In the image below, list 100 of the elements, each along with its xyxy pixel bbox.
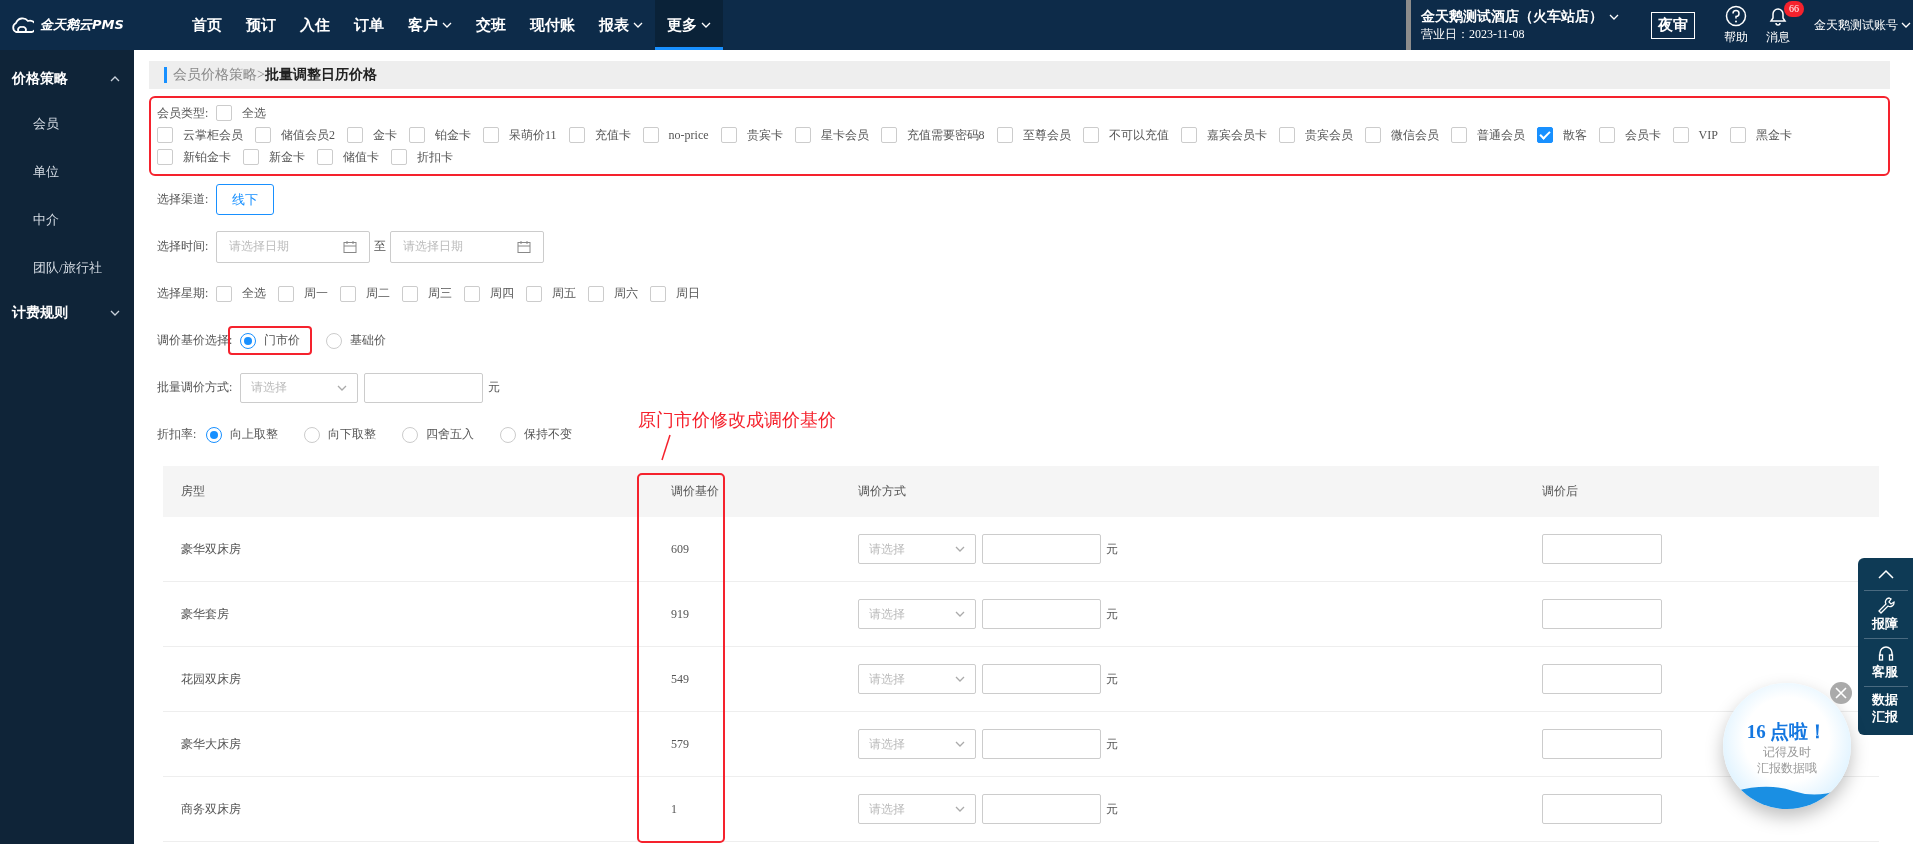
checkbox[interactable] — [243, 149, 259, 165]
reminder-title: 16 点啦！ — [1746, 720, 1828, 744]
checkbox-label: 普通会员 — [1476, 126, 1525, 144]
nav-tab[interactable]: 首页 — [180, 0, 234, 50]
checkbox[interactable] — [996, 127, 1013, 143]
close-button[interactable] — [1830, 682, 1852, 704]
nav-tab[interactable]: 更多 — [655, 0, 723, 50]
toolbar-button[interactable]: 客服 — [1863, 638, 1908, 687]
checkbox[interactable] — [794, 127, 811, 143]
account-menu[interactable]: 金天鹅测试账号 — [1804, 0, 1913, 50]
input-field[interactable] — [1542, 664, 1662, 694]
checkbox[interactable] — [483, 127, 499, 143]
nav-tab[interactable]: 客户 — [396, 0, 464, 50]
input-field[interactable] — [1542, 794, 1662, 824]
checkbox[interactable] — [216, 105, 233, 121]
toolbar-button[interactable]: 数据汇报 — [1863, 686, 1908, 731]
input-field[interactable] — [982, 664, 1101, 694]
toolbar-button[interactable]: 报障 — [1863, 591, 1908, 639]
chevron-down-icon — [955, 739, 965, 749]
input-field[interactable] — [1542, 599, 1662, 629]
night-audit-button[interactable]: 夜审 — [1651, 11, 1695, 39]
checkbox[interactable] — [255, 127, 271, 143]
checkbox-label: 会员卡 — [1624, 126, 1661, 144]
nav-tab[interactable]: 订单 — [342, 0, 396, 50]
input-field[interactable] — [982, 599, 1101, 629]
help-button[interactable]: 帮助 — [1724, 0, 1748, 50]
checkbox[interactable] — [1364, 127, 1381, 143]
chevron-down-icon — [1901, 20, 1911, 30]
separator-text: 至 — [374, 238, 387, 255]
checkbox[interactable] — [1672, 127, 1689, 143]
sidebar-item[interactable]: 单位 — [0, 148, 134, 196]
messages-button[interactable]: 消息 66 — [1766, 0, 1804, 50]
radio-label: 向上取整 — [230, 426, 279, 443]
radio-button[interactable] — [206, 426, 223, 443]
checkbox[interactable] — [278, 285, 295, 302]
hotel-selector[interactable]: 金天鹅测试酒店（火车站店） — [1421, 7, 1601, 26]
checkbox[interactable] — [157, 149, 173, 165]
input-field[interactable] — [1542, 729, 1662, 759]
field-label: 会员类型: — [157, 104, 209, 122]
breadcrumb-current: 批量调整日历价格 — [264, 66, 377, 84]
checkbox[interactable] — [1082, 127, 1099, 143]
sidebar-item[interactable]: 中介 — [0, 196, 134, 244]
nav-tab[interactable]: 交班 — [464, 0, 518, 50]
nav-tab[interactable]: 现付账 — [518, 0, 587, 50]
sidebar-group[interactable]: 计费规则 — [0, 292, 134, 334]
checkbox[interactable] — [588, 285, 605, 302]
unit-label: 元 — [1106, 670, 1118, 688]
checkbox[interactable] — [402, 285, 419, 302]
checkbox[interactable] — [157, 127, 173, 143]
checkbox[interactable] — [409, 127, 425, 143]
checkbox[interactable] — [1450, 127, 1467, 143]
column-header: 房型 — [180, 483, 206, 500]
input-field[interactable] — [364, 372, 484, 403]
checkbox[interactable] — [216, 285, 233, 302]
checkbox-label: 周一 — [304, 285, 329, 302]
radio-button[interactable] — [240, 332, 257, 349]
checkbox[interactable] — [1598, 127, 1615, 143]
checkbox-label: 全选 — [242, 104, 267, 122]
checkbox[interactable] — [347, 127, 363, 143]
checkbox-label: 周日 — [676, 285, 701, 302]
sidebar-item[interactable]: 会员 — [0, 100, 134, 148]
checkbox[interactable] — [1729, 127, 1746, 143]
checkbox[interactable] — [1278, 127, 1295, 143]
nav-tab[interactable]: 预订 — [234, 0, 288, 50]
checkbox[interactable] — [391, 149, 407, 165]
checkbox-label: 周四 — [490, 285, 515, 302]
checkbox[interactable] — [340, 285, 357, 302]
checkbox[interactable] — [568, 127, 585, 143]
checkbox[interactable] — [1180, 127, 1197, 143]
bell-icon — [1767, 5, 1789, 27]
sidebar-group[interactable]: 价格策略 — [0, 58, 134, 100]
field-label: 选择星期: — [157, 285, 209, 302]
radio-label: 四舍五入 — [426, 426, 475, 443]
checkbox-label: 嘉宾会员卡 — [1206, 126, 1267, 144]
unit-label: 元 — [1106, 735, 1118, 753]
radio-button[interactable] — [402, 426, 419, 443]
checkbox[interactable] — [650, 285, 667, 302]
unit-label: 元 — [1106, 800, 1118, 818]
nav-tab[interactable]: 入住 — [288, 0, 342, 50]
checkbox[interactable] — [720, 127, 737, 143]
checkbox[interactable] — [880, 127, 897, 143]
input-field[interactable] — [982, 794, 1101, 824]
checkbox[interactable] — [464, 285, 481, 302]
radio-button[interactable] — [304, 426, 321, 443]
input-field[interactable] — [982, 729, 1101, 759]
checkbox[interactable] — [317, 149, 333, 165]
input-field[interactable] — [1542, 534, 1662, 564]
radio-button[interactable] — [500, 426, 517, 443]
checkbox-label: 周三 — [428, 285, 453, 302]
input-field[interactable] — [982, 534, 1101, 564]
radio-button[interactable] — [326, 332, 343, 349]
checkbox[interactable] — [642, 127, 659, 143]
sidebar-item[interactable]: 团队/旅行社 — [0, 244, 134, 292]
nav-tab[interactable]: 报表 — [587, 0, 655, 50]
checkbox-label: 新铂金卡 — [183, 148, 231, 166]
checkbox[interactable] — [1536, 127, 1553, 143]
checkbox-label: 充值需要密码8 — [906, 126, 985, 144]
checkbox[interactable] — [526, 285, 543, 302]
column-header: 调价后 — [1541, 483, 1579, 500]
table-cell-text: 豪华双床房 — [180, 540, 242, 558]
